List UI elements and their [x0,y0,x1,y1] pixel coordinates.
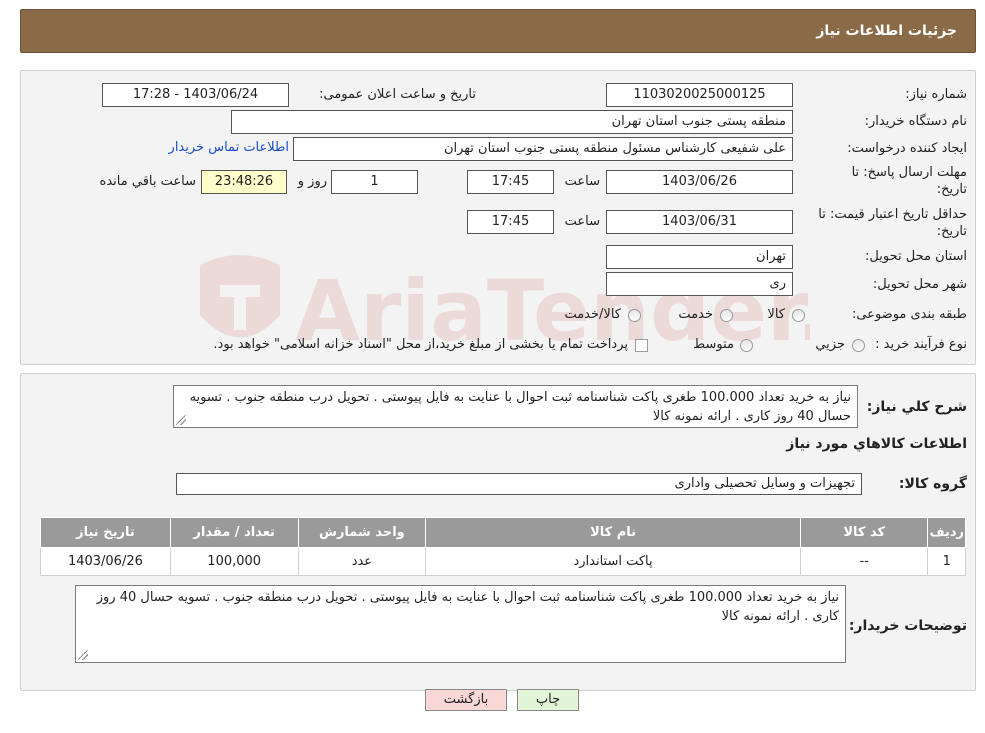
category-option-goods: کالا [767,307,785,322]
goods-group-label: گروه کالا: [898,476,967,492]
need-number-label: شماره نیاز: [905,87,967,102]
col-unit: واحد شمارش [297,517,427,548]
page-title: جزئیات اطلاعات نیاز [816,23,957,39]
deadline-time-label: ساعت [564,174,600,189]
buyer-org-field: منطقه پستی جنوب استان تهران [231,110,793,134]
remaining-label: ساعت باقي مانده [99,174,196,189]
description-textarea[interactable]: نیاز به خرید تعداد 100.000 طغری پاکت شنا… [173,385,858,428]
province-label: استان محل تحویل: [865,249,967,264]
cell-unit: عدد [297,547,427,576]
deadline-time-field: 17:45 [467,170,554,194]
category-option-service: خدمت [678,307,713,322]
process-label: نوع فرآیند خرید : [875,337,967,352]
buyer-org-label: نام دستگاه خریدار: [864,114,967,129]
process-option-medium: متوسط [693,337,734,352]
cell-goods-code: -- [799,547,929,576]
days-remaining-field: 1 [331,170,418,194]
col-goods-code: کد کالا [799,517,929,548]
watermark-shield-icon [200,255,280,338]
back-button[interactable]: بازگشت [425,689,507,711]
goods-section-title: اطلاعات کالاهاي مورد نیاز [786,436,967,452]
buyer-notes-text: نیاز به خرید تعداد 100.000 طغری پاکت شنا… [96,590,839,624]
print-button[interactable]: چاپ [517,689,579,711]
goods-table-header: ردیف کد کالا نام کالا واحد شمارش تعداد /… [40,517,966,548]
treasury-checkbox[interactable] [635,339,648,352]
buyer-contact-link[interactable]: اطلاعات تماس خریدار [157,140,289,155]
announce-field: 1403/06/24 - 17:28 [102,83,289,107]
validity-time-label: ساعت [564,214,600,229]
creator-label: ایجاد کننده درخواست: [847,141,967,156]
cell-quantity: 100,000 [169,547,299,576]
page-header: جزئیات اطلاعات نیاز [20,9,976,53]
process-radio-medium[interactable] [740,339,753,352]
deadline-date-field: 1403/06/26 [606,170,793,194]
description-label: شرح کلي نیاز: [866,399,967,415]
cell-row-number: 1 [927,547,966,576]
col-quantity: تعداد / مقدار [169,517,299,548]
cell-need-date: 1403/06/26 [40,547,171,576]
city-label: شهر محل تحویل: [872,277,967,292]
table-row: 1 -- پاکت استاندارد عدد 100,000 1403/06/… [40,547,966,576]
col-row-number: ردیف [927,517,966,548]
city-field: ری [606,272,793,296]
need-number-field: 1103020025000125 [606,83,793,107]
validity-time-field: 17:45 [467,210,554,234]
cell-goods-name: پاکت استاندارد [425,547,801,576]
validity-label-date: تاریخ: [936,224,967,239]
validity-label: حداقل تاریخ اعتبار قیمت: تا [818,207,967,222]
description-text: نیاز به خرید تعداد 100.000 طغری پاکت شنا… [189,390,851,424]
buyer-notes-textarea[interactable]: نیاز به خرید تعداد 100.000 طغری پاکت شنا… [75,585,846,663]
process-radio-minor[interactable] [852,339,865,352]
category-radio-service[interactable] [720,309,733,322]
resize-grip-icon[interactable] [176,415,186,425]
resize-grip-icon[interactable] [78,650,88,660]
buyer-notes-label: توضیحات خریدار: [848,618,967,634]
category-option-goods-service: کالا/خدمت [564,307,621,322]
announce-label: تاریخ و ساعت اعلان عمومی: [319,87,476,102]
validity-date-field: 1403/06/31 [606,210,793,234]
process-option-minor: جزیي [815,337,845,352]
remaining-time-field: 23:48:26 [201,170,287,194]
goods-table: ردیف کد کالا نام کالا واحد شمارش تعداد /… [40,517,966,576]
province-field: تهران [606,245,793,269]
category-label: طبقه بندی موضوعی: [851,307,967,322]
creator-field: علی شفیعی کارشناس مسئول منطقه پستی جنوب … [293,137,793,161]
deadline-label: مهلت ارسال پاسخ: تا [851,165,967,180]
col-goods-name: نام کالا [425,517,801,548]
col-need-date: تاریخ نیاز [40,517,171,548]
category-radio-goods-service[interactable] [628,309,641,322]
deadline-label-date: تاریخ: [936,182,967,197]
process-note: پرداخت تمام یا بخشی از مبلغ خرید،از محل … [213,337,628,352]
goods-group-field: تجهیزات و وسایل تحصیلی واداری [176,473,862,495]
days-label: روز و [297,174,327,189]
category-radio-goods[interactable] [792,309,805,322]
